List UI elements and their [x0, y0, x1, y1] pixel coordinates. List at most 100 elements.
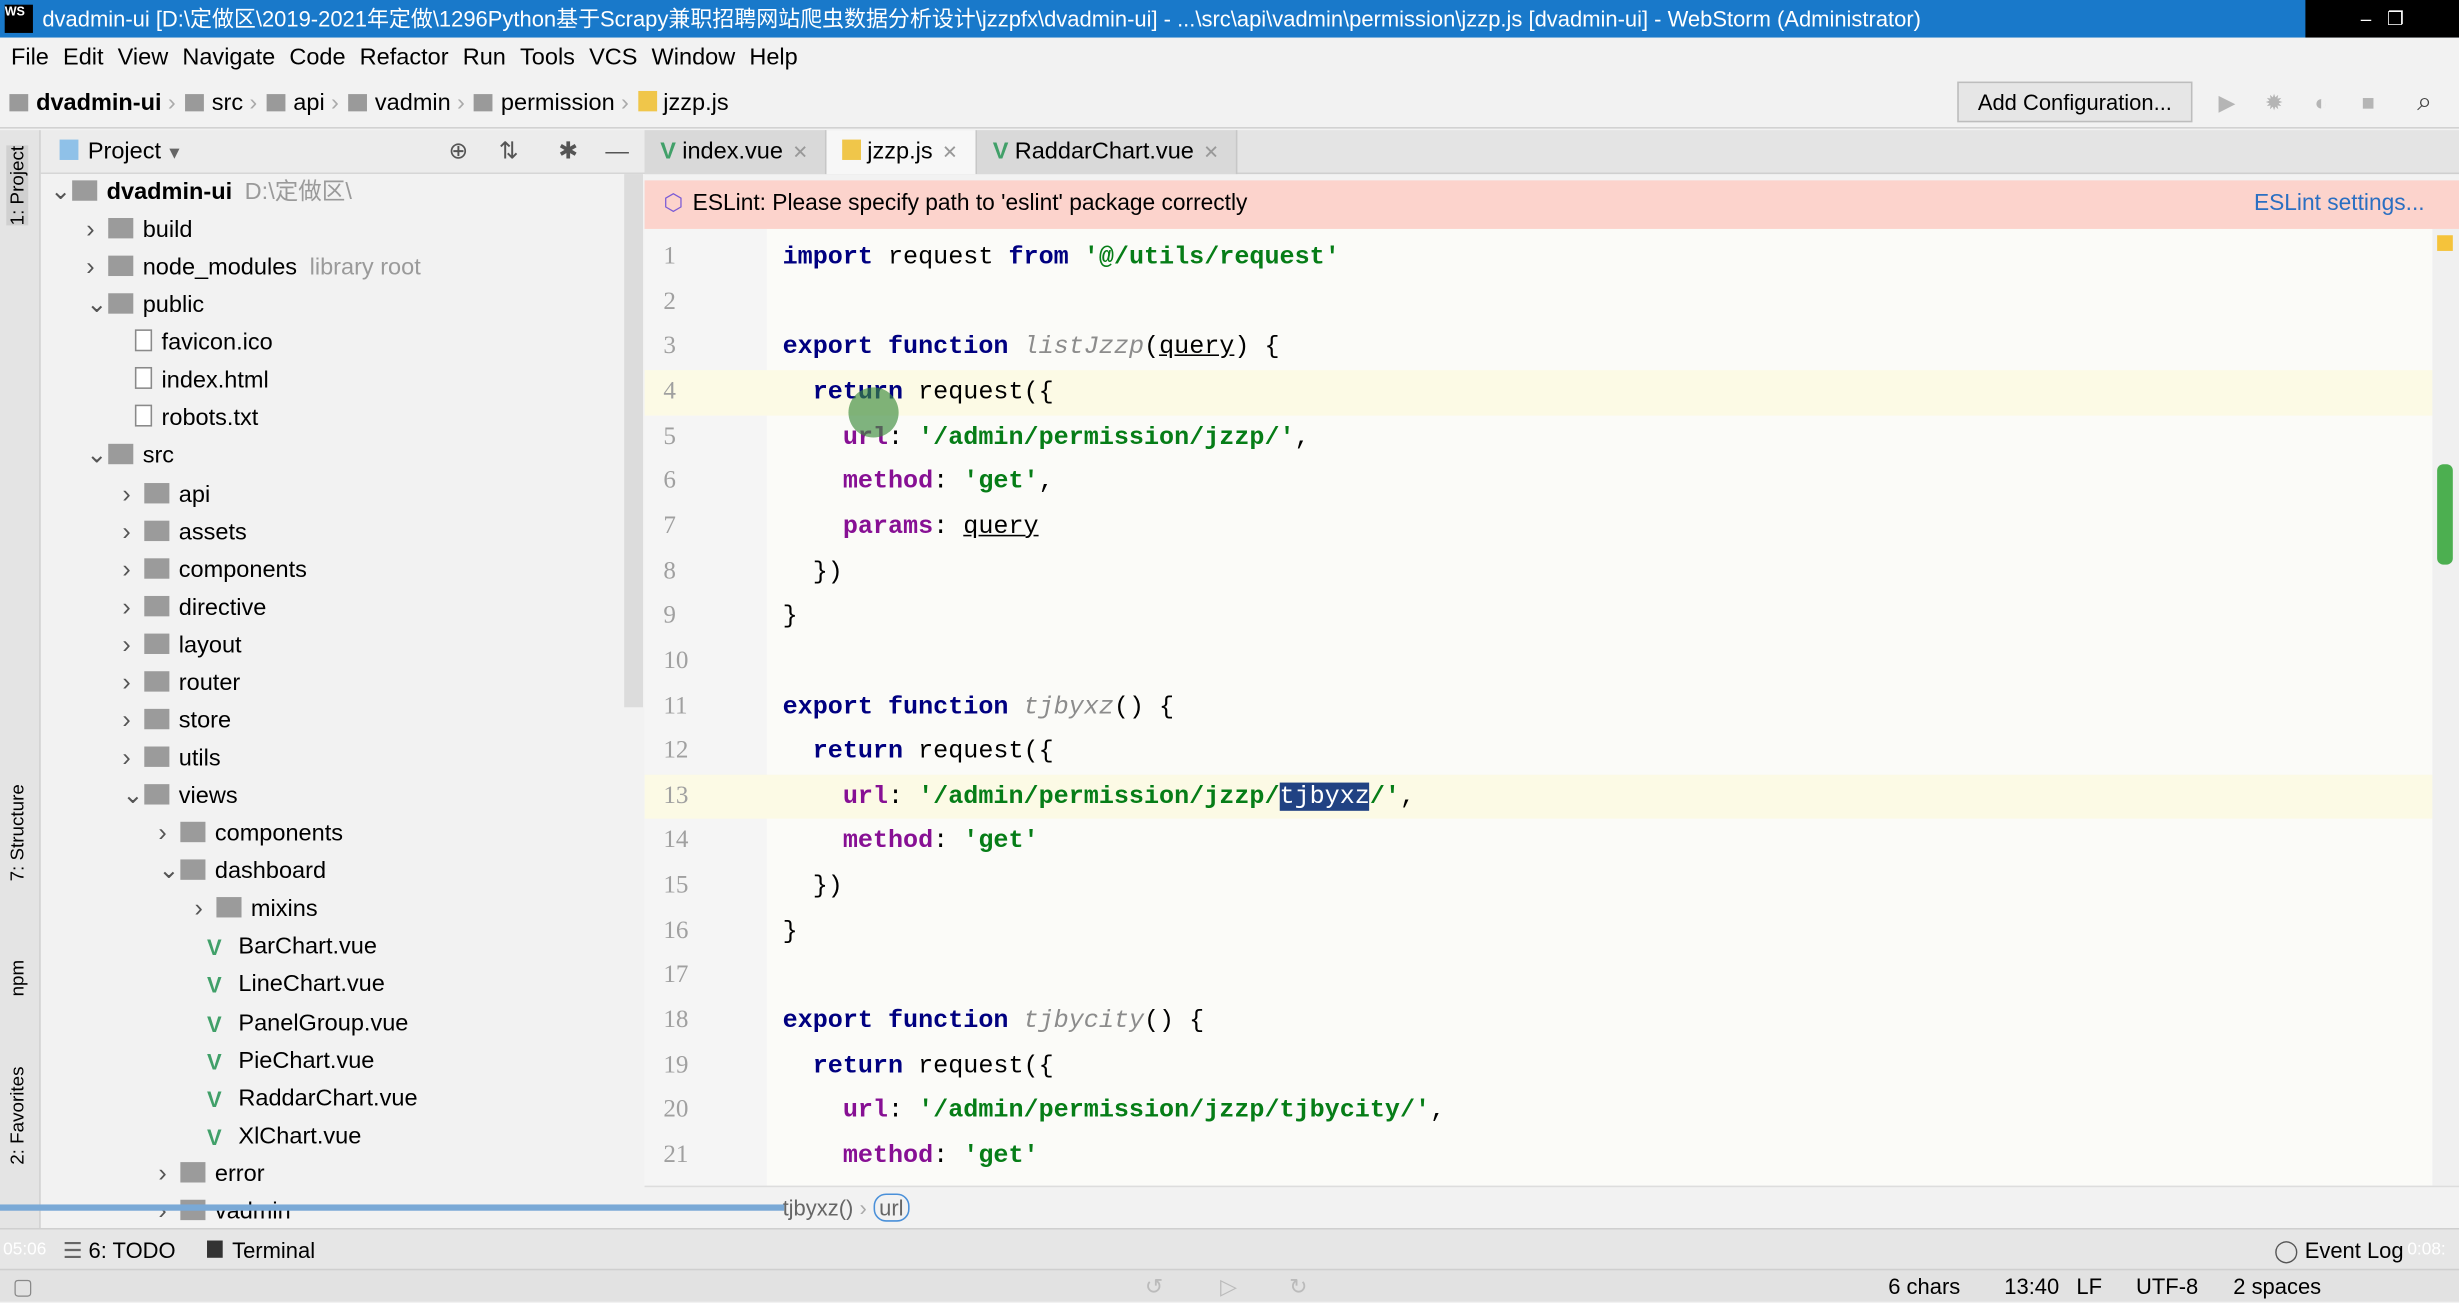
breadcrumb-item[interactable]: vadmin: [348, 78, 451, 128]
video-forward-icon[interactable]: ↻: [1289, 1270, 1307, 1303]
menu-item-refactor[interactable]: Refactor: [360, 44, 449, 71]
menu-item-tools[interactable]: Tools: [520, 44, 575, 71]
tree-item[interactable]: V BarChart.vue: [194, 929, 377, 967]
project-tool-button[interactable]: 1: Project: [6, 145, 29, 226]
tree-item[interactable]: › directive: [122, 589, 266, 627]
tree-item[interactable]: ⌄ views: [122, 778, 237, 816]
chevron-right-icon[interactable]: ›: [86, 250, 108, 288]
stop-icon[interactable]: ■: [2356, 89, 2381, 114]
chevron-right-icon[interactable]: ›: [122, 476, 144, 514]
file-encoding[interactable]: UTF-8: [2136, 1270, 2198, 1303]
event-log-button[interactable]: ◯ Event Log: [2274, 1230, 2404, 1271]
chevron-down-icon[interactable]: ⌄: [122, 778, 144, 816]
layout-icon[interactable]: ▢: [13, 1270, 34, 1303]
tree-item[interactable]: ⌄ dvadmin-ui D:\定做区\: [50, 174, 352, 212]
chevron-right-icon[interactable]: ›: [158, 1156, 180, 1194]
search-icon[interactable]: ⌕: [2412, 88, 2437, 115]
tree-item[interactable]: › api: [122, 476, 210, 514]
tree-scrollbar[interactable]: [624, 174, 644, 708]
menu-item-code[interactable]: Code: [289, 44, 345, 71]
tree-item[interactable]: › layout: [122, 627, 241, 665]
menu-item-edit[interactable]: Edit: [63, 44, 104, 71]
breadcrumb-item[interactable]: permission: [474, 78, 615, 128]
tree-item[interactable]: ⌄ src: [86, 438, 174, 476]
chevron-right-icon[interactable]: ›: [86, 212, 108, 250]
terminal-tool-button[interactable]: Terminal: [207, 1230, 315, 1271]
npm-tool-button[interactable]: npm: [6, 960, 28, 997]
video-rewind-icon[interactable]: ↺: [1145, 1270, 1163, 1303]
tree-item[interactable]: › mixins: [194, 891, 317, 929]
structure-tool-button[interactable]: 7: Structure: [6, 784, 28, 881]
editor-scrollbar[interactable]: [2432, 228, 2459, 1186]
run-icon[interactable]: ▶: [2214, 89, 2239, 114]
menu-item-view[interactable]: View: [118, 44, 169, 71]
tree-item[interactable]: V LineChart.vue: [194, 967, 385, 1005]
eslint-settings-link[interactable]: ESLint settings...: [2254, 180, 2425, 229]
tab-index-vue[interactable]: Vindex.vue ✕: [644, 130, 827, 175]
tree-item[interactable]: › utils: [122, 740, 220, 778]
tree-item[interactable]: favicon.ico: [122, 325, 273, 363]
crumb-function[interactable]: tjbyxz(): [783, 1195, 854, 1220]
project-view-selector[interactable]: Project: [88, 138, 161, 165]
tree-item[interactable]: › node_modules library root: [86, 250, 420, 288]
menu-item-run[interactable]: Run: [463, 44, 506, 71]
chevron-right-icon[interactable]: ›: [194, 891, 216, 929]
tree-item[interactable]: › store: [122, 703, 231, 741]
chevron-right-icon[interactable]: ›: [158, 816, 180, 854]
tab-jzzp-js[interactable]: jzzp.js ✕: [826, 130, 978, 175]
hide-icon[interactable]: —: [605, 130, 629, 174]
breadcrumb-item[interactable]: jzzp.js: [638, 78, 729, 128]
indent-setting[interactable]: 2 spaces: [2233, 1270, 2321, 1303]
chevron-down-icon[interactable]: ⌄: [50, 174, 72, 212]
menu-item-window[interactable]: Window: [652, 44, 736, 71]
chevron-right-icon[interactable]: ›: [122, 627, 144, 665]
tree-item[interactable]: › assets: [122, 514, 246, 552]
line-separator[interactable]: LF: [2076, 1270, 2102, 1303]
breadcrumb-item[interactable]: src: [185, 78, 243, 128]
close-tab-icon[interactable]: ✕: [942, 141, 958, 163]
crumb-property[interactable]: url: [872, 1193, 910, 1222]
coverage-icon[interactable]: ◐: [2309, 89, 2334, 114]
tree-item[interactable]: › router: [122, 665, 240, 703]
close-tab-icon[interactable]: ✕: [792, 141, 808, 163]
tree-item[interactable]: › build: [86, 212, 192, 250]
window-controls[interactable]: – ❐: [2305, 0, 2459, 38]
scroll-thumb[interactable]: [2437, 464, 2453, 565]
tree-item[interactable]: › error: [158, 1156, 264, 1194]
chevron-down-icon[interactable]: ⌄: [86, 438, 108, 476]
menu-item-help[interactable]: Help: [749, 44, 797, 71]
close-tab-icon[interactable]: ✕: [1203, 141, 1219, 163]
chevron-right-icon[interactable]: ›: [122, 514, 144, 552]
collapse-icon[interactable]: ⇅: [499, 130, 519, 174]
menu-item-navigate[interactable]: Navigate: [182, 44, 275, 71]
menu-item-file[interactable]: File: [11, 44, 49, 71]
tree-item[interactable]: V XlChart.vue: [194, 1118, 361, 1156]
chevron-right-icon[interactable]: ›: [122, 589, 144, 627]
tree-item[interactable]: ⌄ public: [86, 287, 204, 325]
tree-item[interactable]: › components: [158, 816, 343, 854]
breadcrumb-item[interactable]: api: [266, 78, 325, 128]
chevron-down-icon[interactable]: ⌄: [86, 287, 108, 325]
tree-item[interactable]: V PanelGroup.vue: [194, 1005, 408, 1043]
cursor-position[interactable]: 13:40: [2004, 1270, 2059, 1303]
tree-item[interactable]: index.html: [122, 363, 269, 401]
video-play-icon[interactable]: ▷: [1220, 1270, 1237, 1303]
tree-item[interactable]: V PieChart.vue: [194, 1042, 374, 1080]
gear-icon[interactable]: ✱: [558, 130, 578, 174]
tab-raddarchart-vue[interactable]: V RaddarChart.vue ✕: [977, 130, 1238, 175]
code-editor[interactable]: 1 import request from '@/utils/request' 2 3…: [644, 228, 2433, 1186]
chevron-right-icon[interactable]: ›: [122, 552, 144, 590]
chevron-right-icon[interactable]: ›: [122, 740, 144, 778]
chevron-right-icon[interactable]: ›: [122, 703, 144, 741]
locate-icon[interactable]: ⊕: [449, 130, 469, 174]
add-configuration-button[interactable]: Add Configuration...: [1957, 81, 2193, 123]
todo-tool-button[interactable]: ☰ 6: TODO: [63, 1230, 176, 1271]
tree-item[interactable]: V RaddarChart.vue: [194, 1080, 418, 1118]
breadcrumb-item[interactable]: dvadmin-ui: [9, 78, 162, 128]
chevron-right-icon[interactable]: ›: [122, 665, 144, 703]
warning-marker[interactable]: [2437, 235, 2453, 251]
tree-item[interactable]: › components: [122, 552, 307, 590]
debug-icon[interactable]: ✹: [2261, 89, 2286, 114]
chevron-down-icon[interactable]: ⌄: [158, 854, 180, 892]
favorites-tool-button[interactable]: 2: Favorites: [6, 1066, 28, 1164]
